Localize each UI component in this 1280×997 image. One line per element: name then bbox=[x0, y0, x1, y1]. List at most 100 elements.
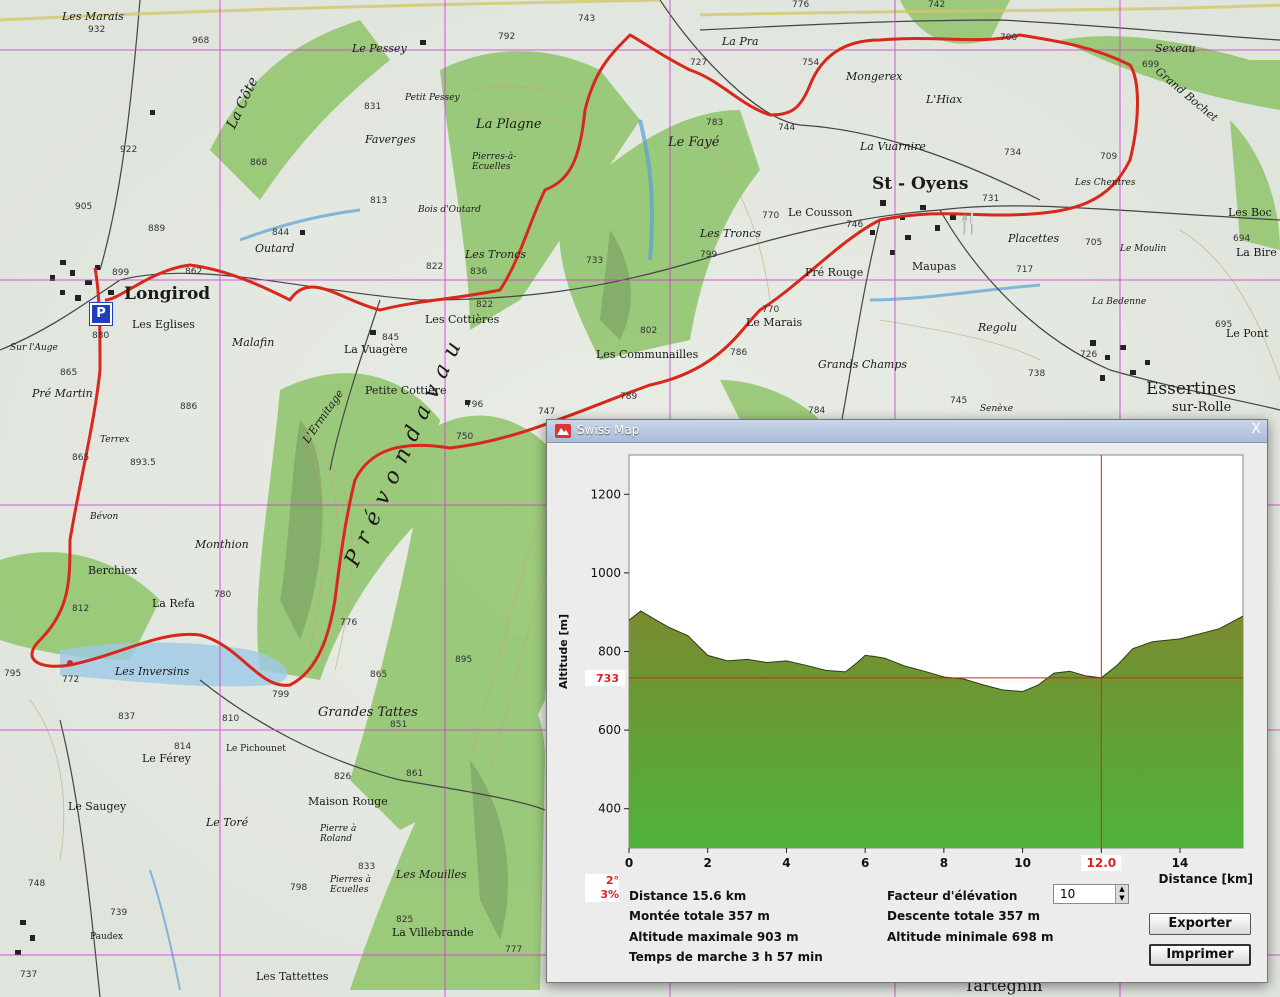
y-tick-label: 400 bbox=[598, 802, 621, 816]
spot-height: 814 bbox=[174, 742, 192, 752]
spot-height: 777 bbox=[505, 945, 523, 955]
place-label: La Bedenne bbox=[1092, 297, 1147, 307]
place-label: Bois d'Outard bbox=[418, 205, 481, 215]
spot-height: 743 bbox=[578, 14, 596, 24]
spot-height: 748 bbox=[28, 879, 46, 889]
spot-height: 861 bbox=[406, 769, 424, 779]
spot-height: 737 bbox=[20, 970, 38, 980]
spot-height: 851 bbox=[390, 720, 408, 730]
close-button[interactable]: X bbox=[1251, 421, 1261, 437]
place-label: Senèxe bbox=[980, 404, 1014, 414]
place-label: Le Saugey bbox=[68, 800, 127, 813]
spot-height: 739 bbox=[110, 908, 128, 918]
spot-height: 754 bbox=[802, 58, 820, 68]
spot-height: 836 bbox=[470, 267, 488, 277]
x-tick-label: 6 bbox=[861, 856, 869, 870]
place-label: Les Eglises bbox=[132, 318, 195, 331]
spot-height: 799 bbox=[700, 250, 718, 260]
export-button[interactable]: Exporter bbox=[1149, 913, 1251, 935]
y-tick-label: 600 bbox=[598, 723, 621, 737]
spot-height: 727 bbox=[690, 58, 708, 68]
spot-height: 862 bbox=[185, 267, 203, 277]
window-title: Swiss Map bbox=[577, 423, 640, 437]
spot-height: 695 bbox=[1215, 320, 1233, 330]
spot-height: 810 bbox=[222, 714, 240, 724]
place-label: Pierres à Ecuelles bbox=[330, 875, 372, 895]
spot-height: 968 bbox=[192, 36, 210, 46]
slope-indicator: 2° 3% bbox=[585, 874, 619, 902]
spot-height: 734 bbox=[1004, 148, 1022, 158]
place-label: La Vuarnire bbox=[860, 140, 926, 153]
max-altitude-value: Altitude maximale 903 m bbox=[629, 930, 799, 944]
x-axis-label: Distance [km] bbox=[1159, 872, 1253, 886]
print-button[interactable]: Imprimer bbox=[1149, 944, 1251, 966]
spot-height: 744 bbox=[778, 123, 796, 133]
place-label: Les Tattettes bbox=[256, 970, 329, 983]
place-label: Pré Martin bbox=[32, 387, 93, 400]
place-label: Pré Rouge bbox=[805, 266, 864, 279]
spot-height: 798 bbox=[290, 883, 308, 893]
restaurant-icon: 🍴 bbox=[956, 211, 981, 235]
place-label: Bévon bbox=[90, 512, 119, 522]
spot-height: 833 bbox=[358, 862, 376, 872]
spot-height: 699 bbox=[1142, 60, 1160, 70]
window-titlebar[interactable]: Swiss Map X bbox=[547, 420, 1267, 443]
spot-height: 826 bbox=[334, 772, 352, 782]
place-label: Maison Rouge bbox=[308, 795, 388, 808]
place-label: Le Cousson bbox=[788, 206, 853, 219]
spot-height: 880 bbox=[92, 331, 110, 341]
spinner-arrows-icon[interactable]: ▲ ▼ bbox=[1115, 885, 1128, 903]
spot-height: 776 bbox=[340, 618, 358, 628]
spot-height: 895 bbox=[455, 655, 473, 665]
place-label: Le Marais bbox=[746, 316, 803, 329]
elevation-profile-chart[interactable]: 400600800100012000246810121473312.0Altit… bbox=[547, 443, 1267, 893]
place-label: Terrex bbox=[100, 435, 130, 445]
place-label: sur-Rolle bbox=[1172, 400, 1232, 415]
spot-height: 893.5 bbox=[130, 458, 156, 468]
place-label: Pierres-à-Ecuelles bbox=[472, 152, 517, 172]
spot-height: 865 bbox=[72, 453, 90, 463]
place-label: Le Pichounet bbox=[226, 744, 286, 754]
place-label: Le Pont bbox=[1226, 327, 1269, 340]
place-label: Maupas bbox=[912, 260, 957, 273]
place-label: Grands Champs bbox=[818, 358, 908, 371]
place-label: La Villebrande bbox=[392, 926, 474, 939]
spot-height: 845 bbox=[382, 333, 400, 343]
min-altitude-value: Altitude minimale 698 m bbox=[887, 930, 1054, 944]
place-label: Les Chentres bbox=[1075, 178, 1136, 188]
elevation-factor-spinner[interactable]: 10 ▲ ▼ bbox=[1053, 884, 1129, 904]
place-label: Sur l'Auge bbox=[10, 343, 58, 353]
spot-height: 784 bbox=[808, 406, 826, 416]
x-tick-label: 8 bbox=[940, 856, 948, 870]
place-label: Le Fayé bbox=[668, 135, 720, 150]
y-tick-label: 1200 bbox=[590, 487, 621, 501]
spot-height: 786 bbox=[730, 348, 748, 358]
spot-height: 726 bbox=[1080, 350, 1098, 360]
spot-height: 742 bbox=[928, 0, 946, 10]
place-label: Pierre à Roland bbox=[320, 824, 357, 844]
place-label: Faverges bbox=[365, 133, 416, 146]
place-label: Les Troncs bbox=[465, 248, 527, 261]
spot-height: 738 bbox=[1028, 369, 1046, 379]
spot-height: 750 bbox=[456, 432, 474, 442]
x-tick-label: 2 bbox=[704, 856, 712, 870]
spot-height: 799 bbox=[272, 690, 290, 700]
x-tick-label: 0 bbox=[625, 856, 633, 870]
spot-height: 813 bbox=[370, 196, 388, 206]
place-label: La Refa bbox=[152, 597, 195, 610]
spot-height: 822 bbox=[426, 262, 444, 272]
place-label: Mongerex bbox=[846, 70, 903, 83]
slope-degrees: 2° bbox=[605, 874, 619, 887]
spot-height: 932 bbox=[88, 25, 106, 35]
place-label: Paudex bbox=[90, 932, 123, 942]
place-label: Monthion bbox=[195, 538, 249, 551]
place-label: Petit Pessey bbox=[405, 93, 460, 103]
place-label: Outard bbox=[255, 242, 295, 255]
place-label: Les Communailles bbox=[596, 348, 699, 361]
spot-height: 776 bbox=[792, 0, 810, 10]
elevation-profile-window: Swiss Map X 4006008001000120002468101214… bbox=[546, 419, 1268, 983]
spot-height: 844 bbox=[272, 228, 290, 238]
spot-height: 783 bbox=[706, 118, 724, 128]
spot-height: 731 bbox=[982, 194, 1000, 204]
place-label: Berchiex bbox=[88, 564, 138, 577]
